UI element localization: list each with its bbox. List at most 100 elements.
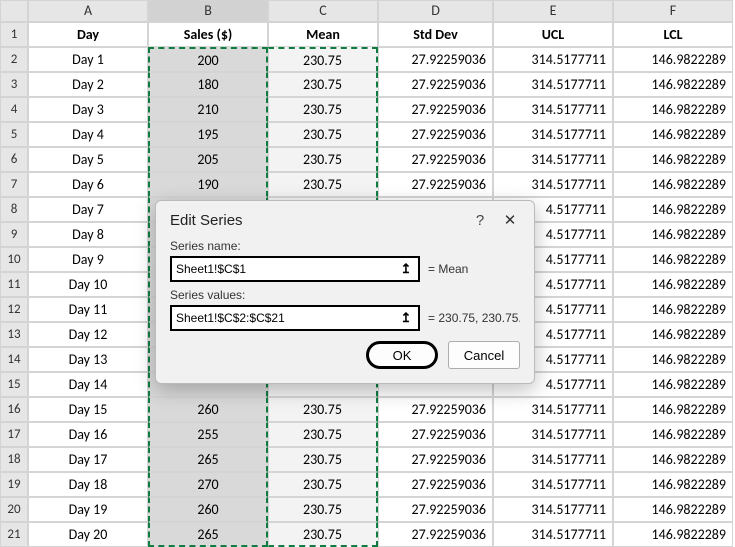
header-cell[interactable]: Mean [268,22,378,47]
row-header[interactable]: 13 [0,322,28,347]
cell-ucl[interactable]: 314.5177711 [493,522,613,547]
cell-sales[interactable]: 255 [148,422,268,447]
header-cell[interactable]: Day [28,22,148,47]
cell-lcl[interactable]: 146.9822289 [613,97,733,122]
cell-ucl[interactable]: 314.5177711 [493,397,613,422]
row-header[interactable]: 11 [0,272,28,297]
cell-lcl[interactable]: 146.9822289 [613,72,733,97]
cell-day[interactable]: Day 1 [28,47,148,72]
column-header[interactable]: A [28,0,148,22]
cell-day[interactable]: Day 20 [28,522,148,547]
header-cell[interactable]: Std Dev [378,22,493,47]
cell-lcl[interactable]: 146.9822289 [613,247,733,272]
row-header[interactable]: 5 [0,122,28,147]
cancel-button[interactable]: Cancel [448,341,520,369]
cell-mean[interactable]: 230.75 [268,472,378,497]
cell-day[interactable]: Day 2 [28,72,148,97]
cell-day[interactable]: Day 5 [28,147,148,172]
row-header[interactable]: 10 [0,247,28,272]
row-header[interactable]: 16 [0,397,28,422]
header-cell[interactable]: Sales ($) [148,22,268,47]
range-picker-icon[interactable]: ↥ [398,261,414,277]
cell-sales[interactable]: 210 [148,97,268,122]
cell-ucl[interactable]: 314.5177711 [493,447,613,472]
cell-lcl[interactable]: 146.9822289 [613,147,733,172]
cell-sales[interactable]: 265 [148,447,268,472]
row-header[interactable]: 4 [0,97,28,122]
cell-lcl[interactable]: 146.9822289 [613,472,733,497]
cell-lcl[interactable]: 146.9822289 [613,122,733,147]
cell-sales[interactable]: 270 [148,472,268,497]
cell-day[interactable]: Day 13 [28,347,148,372]
header-cell[interactable]: UCL [493,22,613,47]
cell-mean[interactable]: 230.75 [268,172,378,197]
cell-std[interactable]: 27.92259036 [378,72,493,97]
cell-lcl[interactable]: 146.9822289 [613,347,733,372]
cell-mean[interactable]: 230.75 [268,422,378,447]
column-header[interactable]: B [148,0,268,22]
cell-sales[interactable]: 205 [148,147,268,172]
cell-mean[interactable]: 230.75 [268,147,378,172]
cell-ucl[interactable]: 314.5177711 [493,472,613,497]
row-header[interactable]: 6 [0,147,28,172]
series-values-input[interactable] [176,311,398,325]
row-header[interactable]: 15 [0,372,28,397]
range-picker-icon[interactable]: ↥ [398,310,414,326]
cell-std[interactable]: 27.92259036 [378,47,493,72]
row-header[interactable]: 17 [0,422,28,447]
cell-ucl[interactable]: 314.5177711 [493,172,613,197]
cell-lcl[interactable]: 146.9822289 [613,272,733,297]
cell-lcl[interactable]: 146.9822289 [613,497,733,522]
row-header[interactable]: 21 [0,522,28,547]
cell-day[interactable]: Day 7 [28,197,148,222]
cell-sales[interactable]: 180 [148,72,268,97]
row-header[interactable]: 1 [0,22,28,47]
cell-day[interactable]: Day 19 [28,497,148,522]
cell-lcl[interactable]: 146.9822289 [613,297,733,322]
cell-std[interactable]: 27.92259036 [378,397,493,422]
cell-std[interactable]: 27.92259036 [378,522,493,547]
cell-std[interactable]: 27.92259036 [378,497,493,522]
close-icon[interactable]: ✕ [500,211,520,229]
cell-day[interactable]: Day 4 [28,122,148,147]
cell-day[interactable]: Day 3 [28,97,148,122]
cell-mean[interactable]: 230.75 [268,447,378,472]
column-header[interactable]: C [268,0,378,22]
cell-std[interactable]: 27.92259036 [378,447,493,472]
cell-mean[interactable]: 230.75 [268,397,378,422]
cell-mean[interactable]: 230.75 [268,97,378,122]
ok-button[interactable]: OK [366,341,438,369]
cell-lcl[interactable]: 146.9822289 [613,447,733,472]
cell-lcl[interactable]: 146.9822289 [613,397,733,422]
cell-ucl[interactable]: 314.5177711 [493,72,613,97]
column-header[interactable]: F [613,0,733,22]
cell-ucl[interactable]: 314.5177711 [493,122,613,147]
cell-ucl[interactable]: 314.5177711 [493,422,613,447]
cell-day[interactable]: Day 6 [28,172,148,197]
cell-day[interactable]: Day 17 [28,447,148,472]
cell-day[interactable]: Day 9 [28,247,148,272]
row-header[interactable]: 9 [0,222,28,247]
cell-mean[interactable]: 230.75 [268,47,378,72]
row-header[interactable]: 19 [0,472,28,497]
cell-day[interactable]: Day 18 [28,472,148,497]
row-header[interactable]: 7 [0,172,28,197]
cell-std[interactable]: 27.92259036 [378,97,493,122]
cell-lcl[interactable]: 146.9822289 [613,322,733,347]
row-header[interactable]: 8 [0,197,28,222]
cell-mean[interactable]: 230.75 [268,122,378,147]
cell-sales[interactable]: 200 [148,47,268,72]
cell-std[interactable]: 27.92259036 [378,172,493,197]
cell-sales[interactable]: 265 [148,522,268,547]
cell-ucl[interactable]: 314.5177711 [493,497,613,522]
row-header[interactable]: 3 [0,72,28,97]
cell-day[interactable]: Day 10 [28,272,148,297]
select-all-corner[interactable] [0,0,28,22]
help-icon[interactable]: ? [470,212,490,229]
row-header[interactable]: 12 [0,297,28,322]
cell-ucl[interactable]: 314.5177711 [493,97,613,122]
cell-day[interactable]: Day 14 [28,372,148,397]
column-header[interactable]: E [493,0,613,22]
cell-day[interactable]: Day 11 [28,297,148,322]
cell-std[interactable]: 27.92259036 [378,472,493,497]
